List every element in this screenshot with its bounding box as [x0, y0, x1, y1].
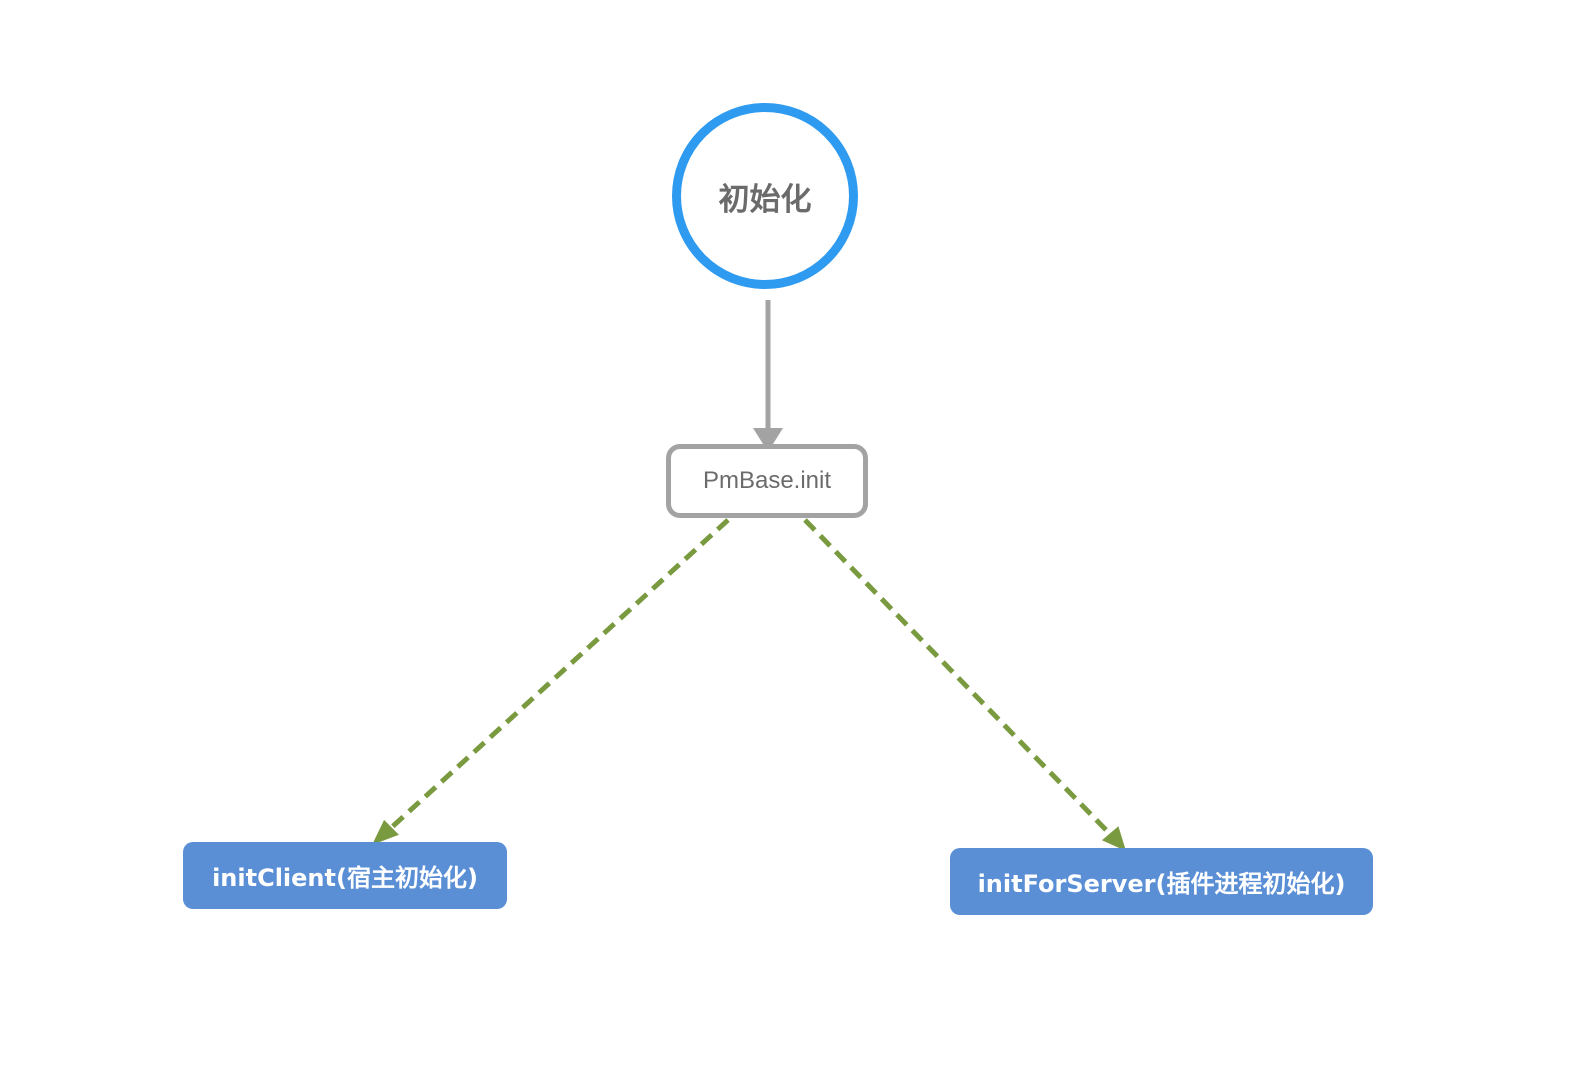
server-node[interactable]: initForServer(插件进程初始化)	[950, 848, 1373, 915]
start-node-label: 初始化	[718, 181, 812, 218]
edge-process-to-client	[390, 518, 730, 829]
process-node-label: PmBase.init	[702, 467, 832, 494]
client-node-label: initClient(宿主初始化)	[212, 864, 478, 892]
start-node[interactable]: 初始化	[672, 103, 858, 289]
server-node-label: initForServer(插件进程初始化)	[977, 870, 1346, 898]
client-node[interactable]: initClient(宿主初始化)	[183, 842, 507, 909]
edge-process-to-server	[803, 518, 1112, 836]
process-node[interactable]: PmBase.init	[666, 444, 868, 518]
